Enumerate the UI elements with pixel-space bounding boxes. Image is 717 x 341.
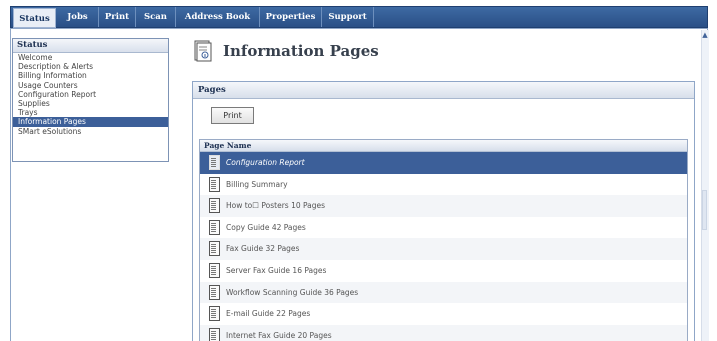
sidebar-item-welcome[interactable]: Welcome	[13, 53, 168, 62]
sidebar-item-information-pages[interactable]: Information Pages	[13, 117, 168, 127]
panel-header: Pages	[193, 82, 694, 99]
row-label: Configuration Report	[226, 158, 305, 167]
row-label: Billing Summary	[226, 179, 288, 189]
tab-support[interactable]: Support	[322, 7, 374, 27]
document-icon	[209, 327, 220, 341]
document-icon	[209, 284, 220, 300]
table-body: Configuration Report Billing Summary How…	[200, 152, 687, 341]
document-icon	[209, 176, 220, 192]
column-header-page-name: Page Name	[200, 140, 687, 152]
row-label: Server Fax Guide 16 Pages	[226, 265, 327, 275]
row-label: How to☐ Posters 10 Pages	[226, 201, 326, 211]
sidebar-item-usage-counters[interactable]: Usage Counters	[13, 81, 168, 90]
table-row[interactable]: How to☐ Posters 10 Pages	[200, 195, 687, 217]
document-icon	[209, 306, 220, 322]
document-icon	[209, 219, 220, 235]
sidebar-title: Status	[13, 39, 168, 53]
vertical-scrollbar[interactable]	[701, 30, 709, 341]
pages-table: Page Name Configuration Report Billing S…	[199, 139, 688, 341]
row-label: Internet Fax Guide 20 Pages	[226, 330, 332, 340]
table-row[interactable]: Server Fax Guide 16 Pages	[200, 260, 687, 282]
table-row[interactable]: E-mail Guide 22 Pages	[200, 303, 687, 325]
sidebar-item-trays[interactable]: Trays	[13, 108, 168, 117]
table-row[interactable]: Fax Guide 32 Pages	[200, 238, 687, 260]
tab-scan[interactable]: Scan	[136, 7, 176, 27]
sidebar-item-billing-information[interactable]: Billing Information	[13, 71, 168, 80]
print-button[interactable]: Print	[211, 107, 254, 124]
sidebar-item-configuration-report[interactable]: Configuration Report	[13, 90, 168, 99]
row-label: E-mail Guide 22 Pages	[226, 309, 311, 319]
table-row[interactable]: Internet Fax Guide 20 Pages	[200, 324, 687, 341]
tab-print[interactable]: Print	[99, 7, 136, 27]
sidebar-item-supplies[interactable]: Supplies	[13, 99, 168, 108]
main-tab-bar: Status Jobs Print Scan Address Book Prop…	[10, 6, 708, 28]
scroll-up-arrow-icon[interactable]: ▲	[701, 31, 709, 39]
tab-status[interactable]: Status	[13, 8, 56, 28]
tab-jobs[interactable]: Jobs	[57, 7, 99, 27]
sidebar-item-description-alerts[interactable]: Description & Alerts	[13, 62, 168, 71]
tab-properties[interactable]: Properties	[260, 7, 322, 27]
row-label: Copy Guide 42 Pages	[226, 222, 306, 232]
tab-address-book[interactable]: Address Book	[176, 7, 260, 27]
row-label: Workflow Scanning Guide 36 Pages	[226, 287, 359, 297]
document-icon	[209, 241, 220, 257]
sidebar-item-smart-esolutions[interactable]: SMart eSolutions	[13, 127, 168, 136]
status-sidebar: Status Welcome Description & Alerts Bill…	[12, 38, 169, 162]
document-icon	[209, 262, 220, 278]
page-title: Information Pages	[223, 42, 379, 60]
table-row[interactable]: Workflow Scanning Guide 36 Pages	[200, 281, 687, 304]
information-page-icon	[194, 40, 212, 62]
table-row[interactable]: Configuration Report	[200, 152, 687, 174]
table-row[interactable]: Billing Summary	[200, 174, 687, 196]
row-label: Fax Guide 32 Pages	[226, 244, 300, 254]
document-icon	[209, 155, 220, 170]
scrollbar-thumb[interactable]	[702, 190, 707, 230]
document-icon	[209, 198, 220, 214]
table-row[interactable]: Copy Guide 42 Pages	[200, 217, 687, 239]
